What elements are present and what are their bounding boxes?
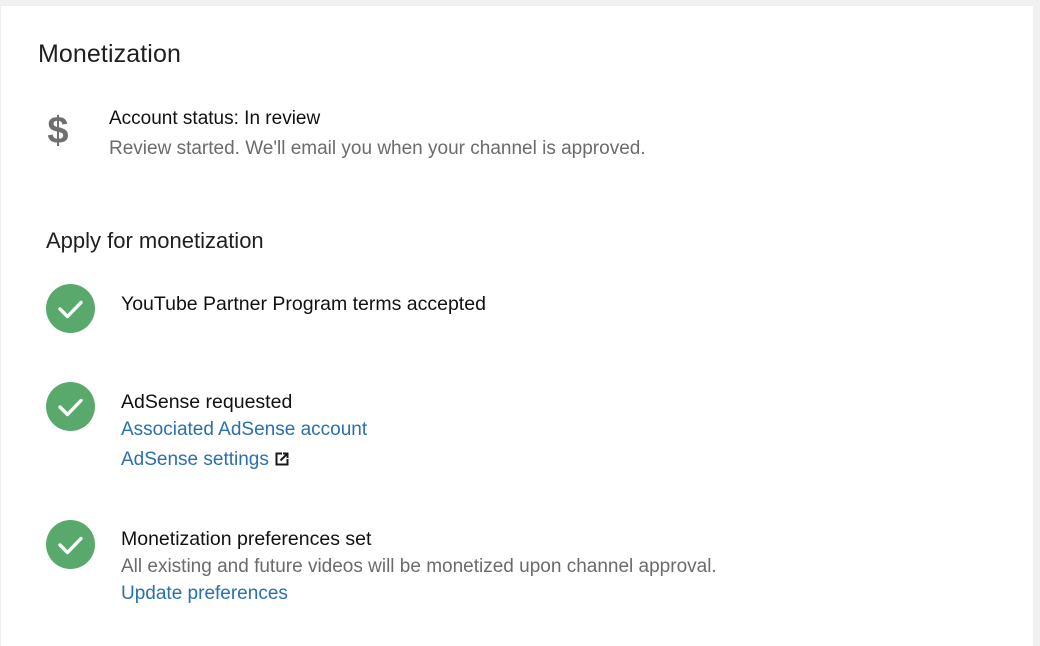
associated-adsense-account-link[interactable]: Associated AdSense account xyxy=(121,419,367,441)
check-circle-icon xyxy=(46,284,95,333)
dollar-icon: $ xyxy=(47,110,69,152)
monetization-card: Monetization $ Account status: In review… xyxy=(1,6,1033,646)
adsense-settings-link[interactable]: AdSense settings xyxy=(121,449,289,471)
apply-section-title: Apply for monetization xyxy=(46,228,264,253)
step-adsense-title: AdSense requested xyxy=(121,391,293,413)
update-preferences-link[interactable]: Update preferences xyxy=(121,583,288,605)
step-preferences-title: Monetization preferences set xyxy=(121,528,372,550)
account-status-title: Account status: In review xyxy=(109,108,321,129)
adsense-settings-label: AdSense settings xyxy=(121,449,269,470)
check-circle-icon xyxy=(46,382,95,431)
step-preferences-description: All existing and future videos will be m… xyxy=(121,556,717,577)
check-circle-icon xyxy=(46,520,95,569)
page-title: Monetization xyxy=(38,40,181,68)
external-link-icon xyxy=(275,451,289,466)
step-terms-title: YouTube Partner Program terms accepted xyxy=(121,293,486,315)
account-status-description: Review started. We'll email you when you… xyxy=(109,138,646,159)
